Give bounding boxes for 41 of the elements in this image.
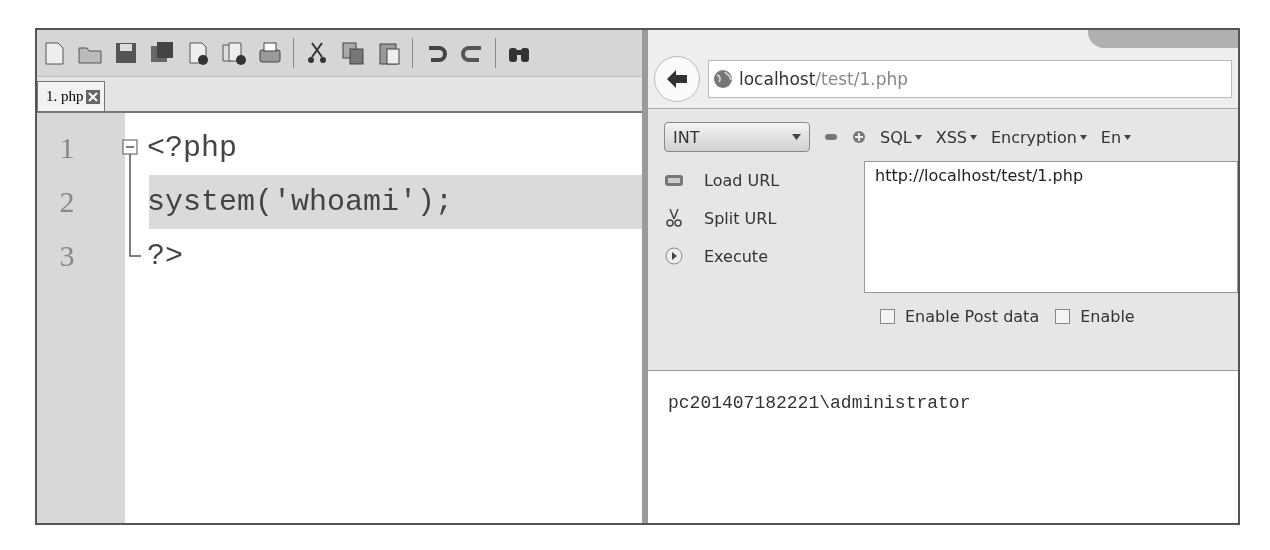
menu-item[interactable]: En <box>1100 127 1132 147</box>
back-arrow-icon <box>666 69 688 89</box>
paste-icon[interactable] <box>376 40 402 66</box>
copy-icon[interactable] <box>340 40 366 66</box>
caret-icon <box>792 134 801 140</box>
caret-icon <box>969 134 977 140</box>
menu-item[interactable]: SQL <box>880 127 922 147</box>
execute-icon <box>664 246 684 266</box>
code-text: <?php <box>147 131 237 165</box>
output-text: pc201407182221\administrator <box>667 392 972 413</box>
plus-icon[interactable] <box>852 130 866 144</box>
type-dropdown[interactable]: INT <box>664 122 810 152</box>
caret-icon <box>1079 134 1087 140</box>
close-all-icon[interactable] <box>221 40 247 66</box>
action-button[interactable]: Split URL <box>664 199 864 237</box>
checkbox-label: Enable <box>1080 307 1135 326</box>
back-button[interactable] <box>654 56 700 102</box>
action-button[interactable]: Load URL <box>664 161 864 199</box>
save-icon[interactable] <box>113 40 139 66</box>
split-icon <box>664 208 684 228</box>
checkbox[interactable] <box>880 309 895 324</box>
code-text: ?> <box>147 239 183 273</box>
menu-item[interactable]: Encryption <box>990 127 1087 147</box>
code-text: system('whoami'); <box>147 185 454 219</box>
url-input[interactable]: http://localhost/test/1.php <box>864 161 1238 293</box>
menu-item[interactable]: XSS <box>935 127 977 147</box>
fold-marker-icon[interactable] <box>122 139 138 175</box>
caret-icon <box>1124 134 1132 140</box>
print-icon[interactable] <box>257 40 283 66</box>
action-button[interactable]: Execute <box>664 237 864 275</box>
checkbox-label: Enable Post data <box>905 307 1040 326</box>
checkbox[interactable] <box>1055 309 1071 324</box>
address-bar[interactable]: localhost/test/1.php <box>708 60 1232 98</box>
line-number: 3 <box>58 239 76 273</box>
caret-icon <box>914 134 922 140</box>
line-number: 2 <box>58 185 76 219</box>
globe-icon <box>713 69 733 89</box>
line-number: 1 <box>58 131 76 165</box>
url-text: localhost/test/1.php <box>739 69 908 89</box>
file-tab[interactable]: 1. php <box>37 81 105 111</box>
close-icon[interactable] <box>85 89 100 104</box>
